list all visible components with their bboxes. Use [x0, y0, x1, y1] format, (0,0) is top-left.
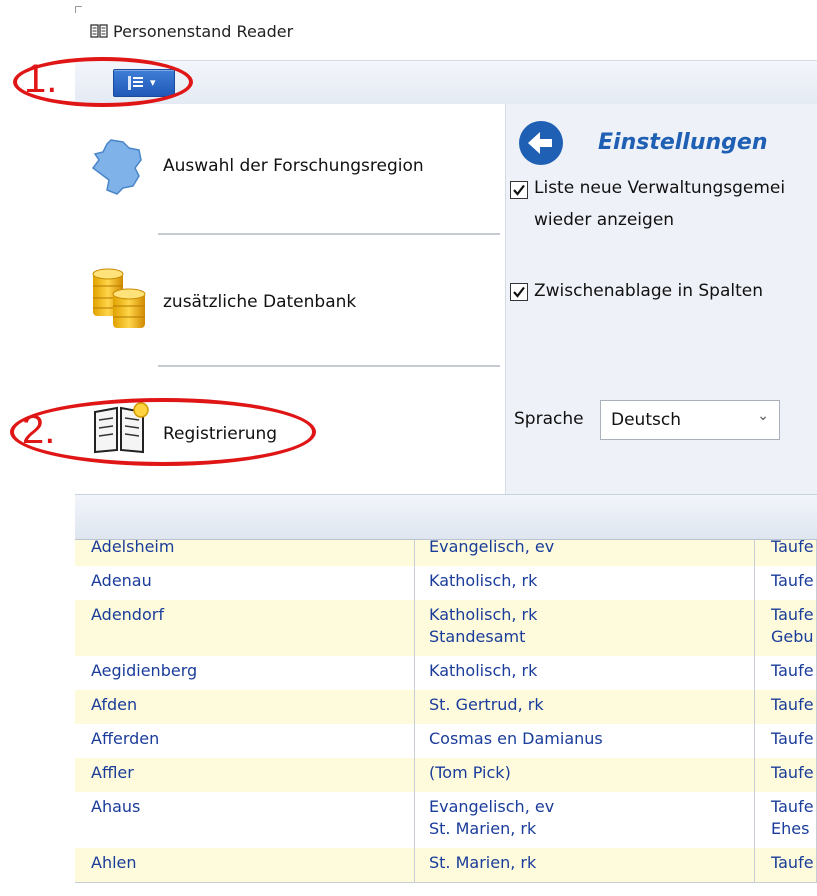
annotation-step-1: 1.	[24, 57, 58, 101]
cell-denomination-line: Evangelisch, ev	[429, 540, 555, 556]
cell-denomination-line: Standesamt	[429, 627, 526, 646]
cell-record-type-line: Taufe	[771, 661, 814, 680]
cell-record-type: Taufe	[755, 656, 817, 690]
nav-separator	[158, 233, 500, 235]
cell-record-type-line: Taufe	[771, 540, 814, 556]
cell-record-type: Taufe Gebu	[755, 600, 817, 656]
open-book-icon	[90, 24, 108, 38]
cell-record-type: Taufe	[755, 758, 817, 792]
cell-place: Adendorf	[75, 600, 415, 656]
annotation-step-2: 2.	[22, 408, 56, 452]
cell-place: Afden	[75, 690, 415, 724]
cell-record-type-line: Taufe	[771, 571, 814, 590]
germany-map-icon	[91, 139, 142, 195]
cell-record-type-line: Taufe	[771, 695, 814, 714]
cell-denomination-line: (Tom Pick)	[429, 763, 511, 782]
cell-denomination: Katholisch, rk	[415, 656, 755, 690]
table-row[interactable]: Adendorf Katholisch, rk Standesamt Taufe Geb…	[75, 600, 817, 657]
status-band	[75, 494, 817, 540]
cell-denomination: Evangelisch, ev	[415, 540, 755, 566]
table-row[interactable]: Affler (Tom Pick) Taufe	[75, 758, 817, 793]
cell-denomination-line: St. Marien, rk	[429, 853, 537, 872]
table-row[interactable]: Adelsheim Evangelisch, ev Taufe	[75, 540, 817, 567]
cell-denomination: Katholisch, rk	[415, 566, 755, 600]
nav-label-additional-database: zusätzliche Datenbank	[163, 292, 357, 312]
cell-denomination-line: Katholisch, rk	[429, 661, 538, 680]
cell-record-type-line: Taufe	[771, 605, 814, 624]
language-label: Sprache	[514, 409, 584, 429]
cell-denomination: St. Gertrud, rk	[415, 690, 755, 724]
cell-denomination-line: Katholisch, rk	[429, 605, 538, 624]
cell-denomination: St. Marien, rk	[415, 848, 755, 882]
language-select-value: Deutsch	[611, 410, 681, 430]
cell-record-type-line: Ehes	[771, 819, 810, 838]
checkbox-clipboard-columns[interactable]	[510, 283, 528, 301]
cell-denomination-line: Evangelisch, ev	[429, 797, 555, 816]
cell-record-type: Taufe	[755, 690, 817, 724]
table-row[interactable]: Adenau Katholisch, rk Taufe	[75, 566, 817, 601]
language-select[interactable]: Deutsch ⌄	[600, 400, 780, 440]
checkbox-label-show-new-list: Liste neue Verwaltungsgemei	[534, 178, 786, 198]
chevron-down-icon: ⌄	[757, 408, 769, 424]
gold-coins-database-icon	[92, 268, 146, 328]
window-title: Personenstand Reader	[113, 22, 294, 41]
cell-record-type-line: Gebu	[771, 627, 814, 646]
cell-denomination: (Tom Pick)	[415, 758, 755, 792]
table-row[interactable]: Afden St. Gertrud, rk Taufe	[75, 690, 817, 725]
cell-record-type-line: Taufe	[771, 797, 814, 816]
window-corner-mark	[75, 6, 82, 13]
checkmark-icon	[513, 184, 525, 196]
cell-denomination-line: Katholisch, rk	[429, 571, 538, 590]
checkbox-show-new-list[interactable]	[510, 181, 528, 199]
cell-record-type: Taufe	[755, 540, 817, 566]
cell-record-type-line: Taufe	[771, 853, 814, 872]
table-row[interactable]: Aegidienberg Katholisch, rk Taufe	[75, 656, 817, 691]
cell-denomination: Evangelisch, ev St. Marien, rk	[415, 792, 755, 848]
annotation-ellipse-2	[10, 398, 316, 466]
cell-denomination: Cosmas en Damianus	[415, 724, 755, 758]
cell-record-type: Taufe	[755, 566, 817, 600]
back-arrow-icon[interactable]	[518, 120, 564, 166]
cell-place: Adenau	[75, 566, 415, 600]
cell-place: Adelsheim	[75, 540, 415, 566]
cell-place: Affler	[75, 758, 415, 792]
nav-item-research-region[interactable]: Auswahl der Forschungsregion	[85, 130, 495, 210]
cell-place: Ahaus	[75, 792, 415, 848]
table-row[interactable]: Ahlen St. Marien, rk Taufe	[75, 848, 817, 883]
cell-denomination: Katholisch, rk Standesamt	[415, 600, 755, 656]
cell-record-type: Taufe	[755, 848, 817, 882]
checkbox-label-show-new-list-line2: wieder anzeigen	[534, 210, 675, 230]
cell-place: Ahlen	[75, 848, 415, 882]
settings-title: Einstellungen	[598, 130, 768, 155]
cell-denomination-line: St. Gertrud, rk	[429, 695, 544, 714]
checkmark-icon	[513, 286, 525, 298]
table-row[interactable]: Ahaus Evangelisch, ev St. Marien, rk Taufe E…	[75, 792, 817, 849]
cell-record-type: Taufe	[755, 724, 817, 758]
results-table: Adelsheim Evangelisch, ev Taufe Adenau Katho…	[75, 540, 817, 896]
cell-place: Aegidienberg	[75, 656, 415, 690]
checkbox-label-clipboard-columns: Zwischenablage in Spalten	[534, 281, 764, 301]
nav-label-research-region: Auswahl der Forschungsregion	[163, 156, 424, 176]
cell-record-type-line: Taufe	[771, 729, 814, 748]
nav-item-additional-database[interactable]: zusätzliche Datenbank	[85, 262, 495, 342]
table-row[interactable]: Afferden Cosmas en Damianus Taufe	[75, 724, 817, 759]
cell-record-type-line: Taufe	[771, 763, 814, 782]
cell-record-type: Taufe Ehes	[755, 792, 817, 848]
nav-separator	[158, 365, 500, 367]
cell-denomination-line: Cosmas en Damianus	[429, 729, 603, 748]
cell-place: Afferden	[75, 724, 415, 758]
cell-denomination-line: St. Marien, rk	[429, 819, 537, 838]
